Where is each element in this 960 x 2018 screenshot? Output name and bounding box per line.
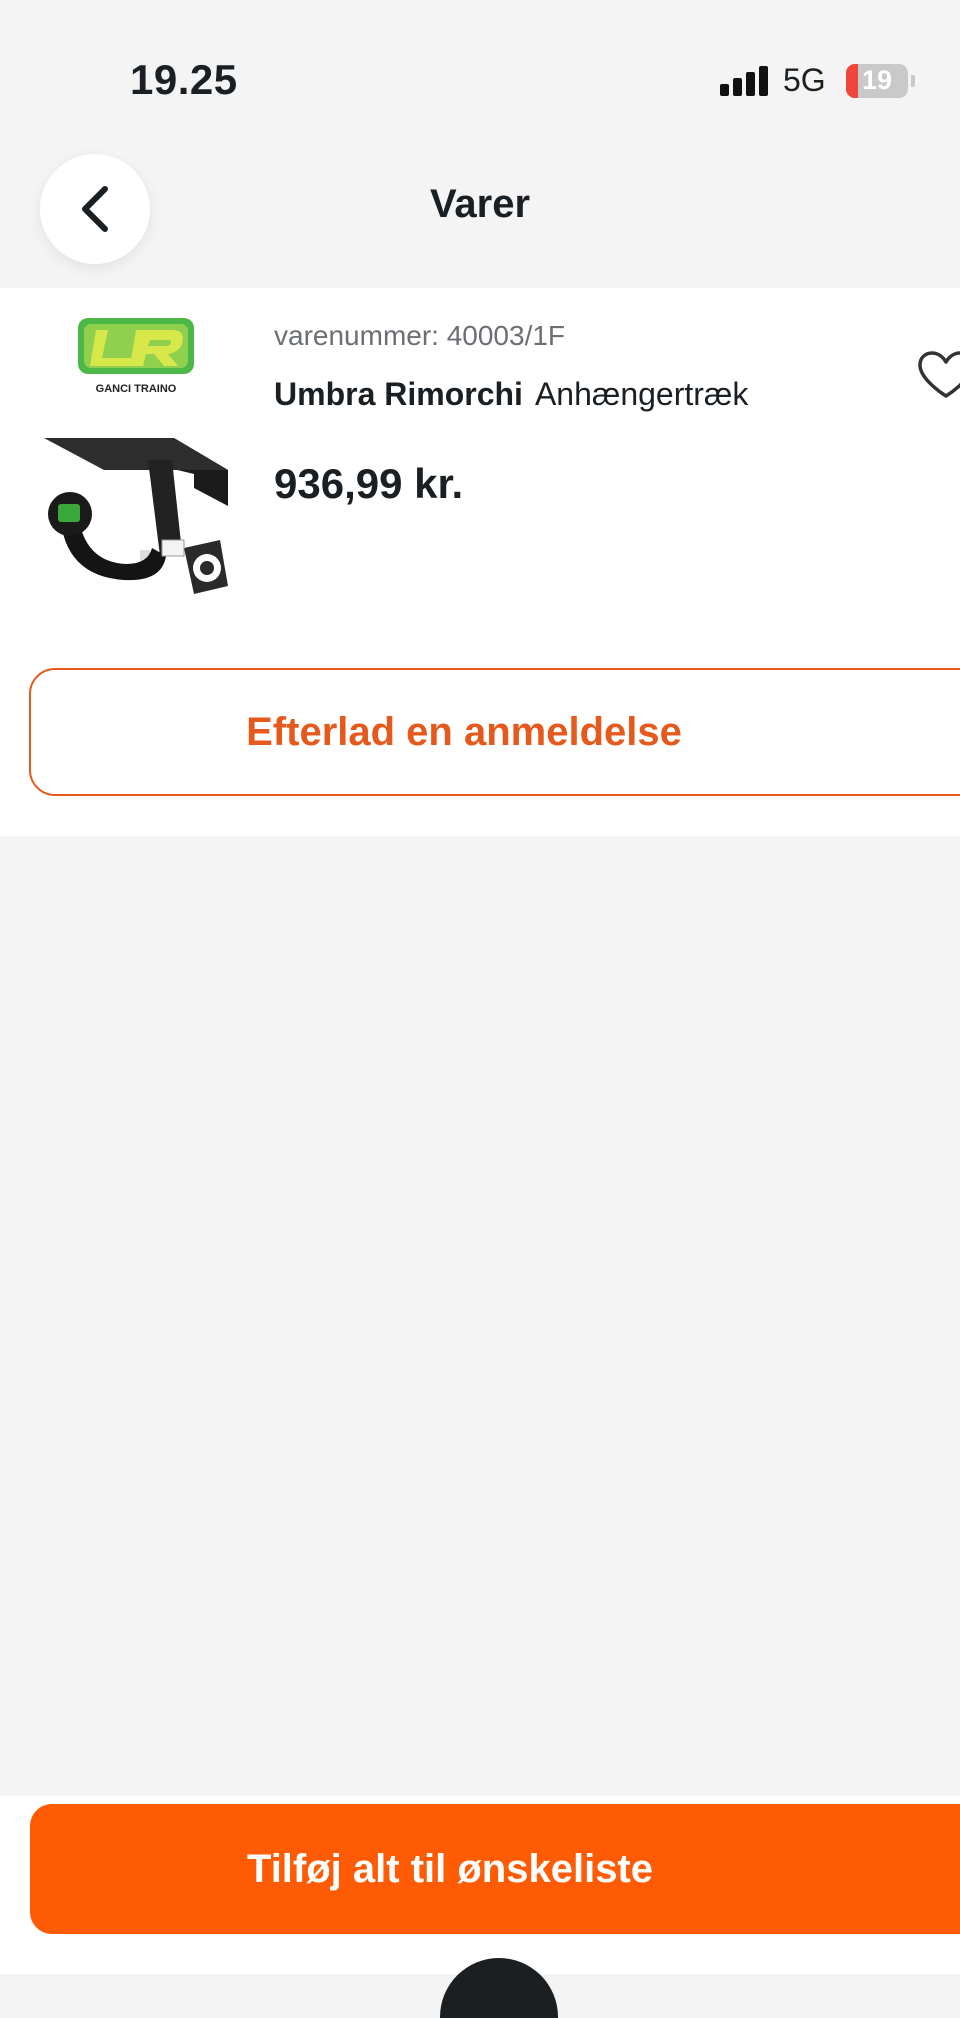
add-all-to-wishlist-label: Tilføj alt til ønskeliste xyxy=(246,1846,653,1891)
leave-review-label: Efterlad en anmeldelse xyxy=(246,709,682,754)
brand-logo: GANCI TRAINO xyxy=(74,316,198,396)
product-image[interactable] xyxy=(44,436,234,606)
product-card: GANCI TRAINO varenummer: 40003/1F Umbra … xyxy=(0,288,960,836)
battery-level: 19 xyxy=(861,65,893,95)
status-time: 19.25 xyxy=(130,56,238,103)
status-bar: 19.25 5G 19 xyxy=(0,0,960,140)
network-label: 5G xyxy=(783,62,826,98)
battery-icon: 19 xyxy=(846,64,908,98)
heart-icon xyxy=(918,351,960,398)
signal-icon xyxy=(720,66,768,96)
price: 936,99 kr. xyxy=(274,460,464,507)
battery-tip xyxy=(911,75,915,87)
logo-text: GANCI TRAINO xyxy=(96,383,177,395)
bottom-bar: Tilføj alt til ønskeliste xyxy=(0,1796,960,1974)
sku-label: varenummer: 40003/1F xyxy=(274,320,566,351)
add-all-to-wishlist-button[interactable]: Tilføj alt til ønskeliste xyxy=(30,1804,960,1934)
favorite-button[interactable] xyxy=(916,350,960,400)
product-name: Anhængertræk xyxy=(534,376,749,412)
leave-review-button[interactable]: Efterlad en anmeldelse xyxy=(29,668,960,796)
product-title: Umbra Rimorchi Anhængertræk xyxy=(274,376,748,413)
brand-name: Umbra Rimorchi xyxy=(274,376,523,412)
header: Varer xyxy=(0,140,960,288)
page-title: Varer xyxy=(429,182,531,226)
